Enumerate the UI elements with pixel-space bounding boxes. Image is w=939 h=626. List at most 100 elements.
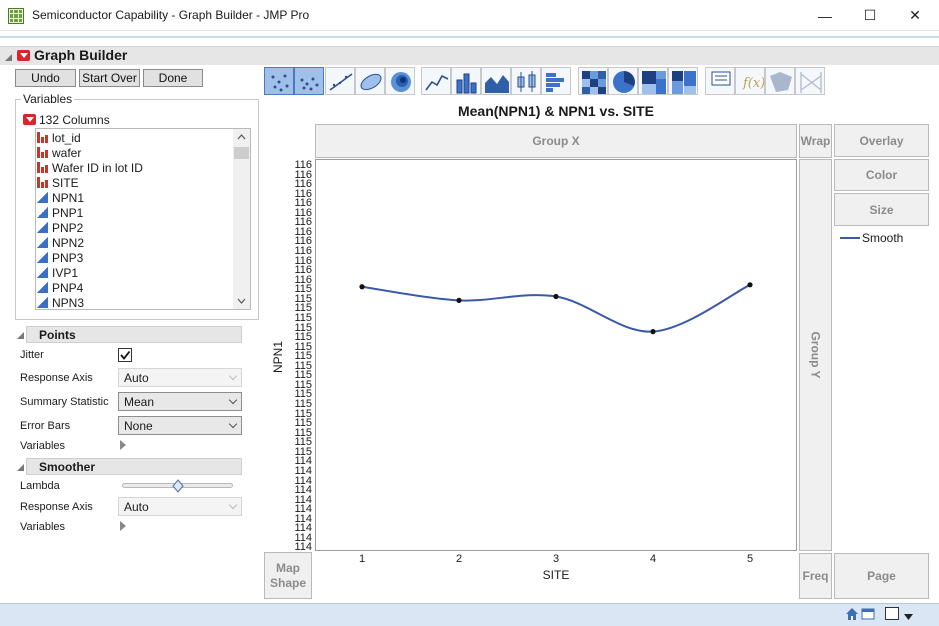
window-list-icon[interactable]: [861, 607, 875, 624]
continuous-column-icon: [37, 222, 48, 233]
line-icon[interactable]: [421, 67, 451, 95]
color-zone[interactable]: Color: [834, 159, 929, 191]
column-item[interactable]: lot_id: [37, 130, 81, 145]
map-shapes-icon[interactable]: [765, 67, 795, 95]
column-list[interactable]: lot_id wafer Wafer ID in lot ID SITE NPN1 PNP…: [35, 128, 251, 310]
column-item[interactable]: SITE: [37, 175, 79, 190]
column-item[interactable]: IVP1: [37, 265, 78, 280]
lambda-slider-thumb[interactable]: [171, 479, 184, 496]
overlay-zone[interactable]: Overlay: [834, 124, 929, 157]
column-item[interactable]: Wafer ID in lot ID: [37, 160, 143, 175]
data-point-site-1[interactable]: [359, 284, 365, 290]
data-point-site-4[interactable]: [650, 329, 656, 335]
nominal-column-icon: [37, 132, 48, 143]
column-item-label: IVP1: [52, 265, 79, 280]
continuous-column-icon: [37, 267, 48, 278]
data-point-site-3[interactable]: [553, 293, 559, 300]
group-y-zone[interactable]: Group Y: [799, 159, 832, 551]
column-item[interactable]: NPN2: [37, 235, 84, 250]
smoother-response-axis-label: Response Axis: [20, 501, 93, 513]
lambda-label: Lambda: [20, 480, 60, 492]
size-zone[interactable]: Size: [834, 193, 929, 226]
jitter-points-icon[interactable]: [294, 67, 324, 95]
close-button[interactable]: ✕: [892, 0, 938, 31]
data-point-site-2[interactable]: [456, 297, 462, 303]
error-bars-select[interactable]: None: [118, 416, 242, 435]
status-bar: [0, 603, 939, 626]
column-item[interactable]: PNP1: [37, 205, 83, 220]
column-item[interactable]: PNP2: [37, 220, 83, 235]
layout-box-icon[interactable]: [885, 607, 899, 620]
smoother-response-axis-select[interactable]: Auto: [118, 497, 242, 516]
map-shape-zone[interactable]: Map Shape: [264, 552, 312, 599]
formula-icon[interactable]: f(x): [735, 67, 765, 95]
column-item-label: NPN2: [52, 235, 85, 250]
box-plot-icon[interactable]: [511, 67, 541, 95]
continuous-column-icon: [37, 252, 48, 263]
points-variables-disclosure-icon[interactable]: [120, 440, 126, 450]
column-item-label: lot_id: [52, 130, 81, 145]
smoother-variables-disclosure-icon[interactable]: [120, 521, 126, 531]
continuous-column-icon: [37, 237, 48, 248]
wrap-zone[interactable]: Wrap: [799, 124, 832, 158]
points-collapse-icon[interactable]: [16, 329, 25, 343]
heatmap-icon[interactable]: [578, 67, 608, 95]
group-x-zone[interactable]: Group X: [315, 124, 797, 158]
smoother-collapse-icon[interactable]: [16, 461, 25, 475]
columns-menu-icon[interactable]: [23, 114, 36, 125]
bar-icon[interactable]: [451, 67, 481, 95]
parallel-icon[interactable]: [795, 67, 825, 95]
columns-count: 132 Columns: [39, 113, 110, 127]
maximize-button[interactable]: ☐: [847, 0, 893, 31]
continuous-column-icon: [37, 297, 48, 308]
x-tick-label: 3: [552, 553, 560, 565]
page-zone[interactable]: Page: [834, 553, 929, 599]
column-item-label: SITE: [52, 175, 79, 190]
minimize-button[interactable]: —: [802, 0, 848, 31]
y-axis[interactable]: 116 116 116 116 116 116 116 116 116 116 116 116 116 1…: [278, 159, 312, 553]
smoother-section-header[interactable]: Smoother: [26, 458, 242, 475]
line-of-fit-icon[interactable]: [325, 67, 355, 95]
summary-statistic-value: Mean: [124, 394, 155, 409]
smoother-response-axis-value: Auto: [124, 499, 149, 514]
red-triangle-menu-icon[interactable]: [17, 50, 30, 61]
graph-title: Mean(NPN1) & NPN1 vs. SITE: [457, 103, 655, 119]
caption-box-icon[interactable]: [705, 67, 735, 95]
continuous-column-icon: [37, 282, 48, 293]
plot-frame[interactable]: [315, 159, 797, 551]
response-axis-select[interactable]: Auto: [118, 368, 242, 387]
menu-separator: [0, 36, 939, 38]
column-item[interactable]: PNP4: [37, 280, 83, 295]
jitter-checkbox[interactable]: [118, 348, 132, 362]
chevron-down-icon: [228, 371, 238, 381]
freq-zone[interactable]: Freq: [799, 553, 832, 599]
column-item[interactable]: NPN3: [37, 295, 84, 309]
summary-statistic-label: Summary Statistic: [20, 396, 109, 408]
column-item-label: PNP1: [52, 205, 84, 220]
mosaic-icon[interactable]: [668, 67, 698, 95]
contour-icon[interactable]: [385, 67, 415, 95]
column-list-scrollbar[interactable]: [233, 129, 250, 309]
chevron-down-icon: [228, 500, 238, 510]
data-point-site-5[interactable]: [747, 282, 753, 288]
outline-title: Graph Builder: [34, 47, 128, 63]
done-button[interactable]: Done: [143, 69, 203, 87]
dropdown-arrow-icon[interactable]: [904, 610, 913, 624]
points-icon[interactable]: [264, 67, 294, 95]
summary-statistic-select[interactable]: Mean: [118, 392, 242, 411]
area-icon[interactable]: [481, 67, 511, 95]
collapse-triangle-icon[interactable]: [4, 51, 13, 65]
treemap-icon[interactable]: [638, 67, 668, 95]
home-icon[interactable]: [845, 607, 859, 624]
column-item[interactable]: PNP3: [37, 250, 83, 265]
x-axis[interactable]: 1 2 3 4 5: [315, 552, 797, 568]
ellipse-icon[interactable]: [355, 67, 385, 95]
undo-button[interactable]: Undo: [15, 69, 76, 87]
pie-icon[interactable]: [608, 67, 638, 95]
column-item[interactable]: wafer: [37, 145, 81, 160]
column-item[interactable]: NPN1: [37, 190, 84, 205]
start-over-button[interactable]: Start Over: [79, 69, 140, 87]
x-tick-label: 2: [455, 553, 463, 565]
points-section-header[interactable]: Points: [26, 326, 242, 343]
histogram-icon[interactable]: [541, 67, 571, 95]
